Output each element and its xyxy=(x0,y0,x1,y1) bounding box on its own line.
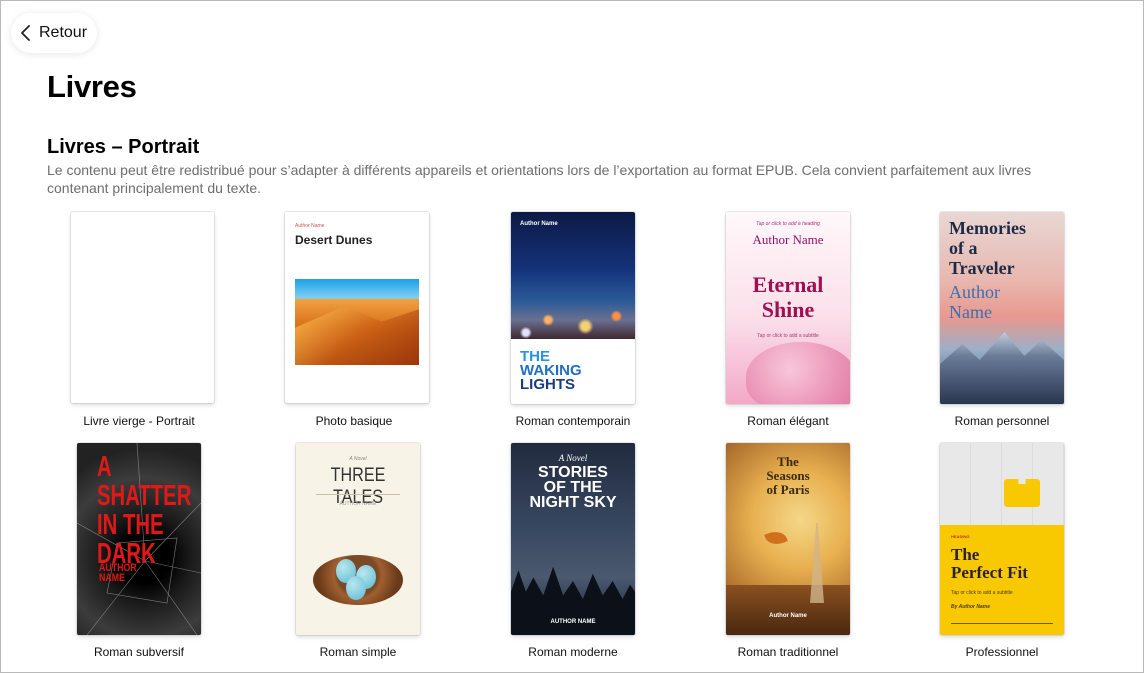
cover-title-line: NIGHT SKY xyxy=(529,494,617,511)
cover-title-line: of a xyxy=(949,238,978,258)
cover-title-line: Shine xyxy=(761,297,815,322)
page-title: Livres xyxy=(47,69,137,104)
section-description: Le contenu peut être redistribué pour s’… xyxy=(47,162,1032,196)
cover-photo xyxy=(940,443,1064,525)
template-thumbnail: Author Name THE WAKING LIGHTS xyxy=(511,212,635,404)
cover-author: Author Name xyxy=(520,221,558,227)
cover-title-line: Seasons xyxy=(766,468,810,483)
back-button[interactable]: Retour xyxy=(11,13,98,53)
template-thumbnail: Memories of a Traveler Author Name xyxy=(940,212,1064,404)
cover-title: The Perfect Fit xyxy=(951,546,1028,582)
cover-title-line: STORIES xyxy=(538,464,608,481)
cover-subtitle: Tap or click to add a subtitle xyxy=(757,333,819,339)
template-blank-portrait[interactable]: Livre vierge - Portrait xyxy=(39,212,239,432)
template-subversive-novel[interactable]: A SHATTER IN THE DARK AUTHOR NAME Roman … xyxy=(39,443,239,663)
cover-title-line: Eternal xyxy=(752,272,824,297)
cover-author: By Author Name xyxy=(951,604,990,610)
cover-title-line: A xyxy=(97,451,112,483)
cover-title-line: OF THE xyxy=(543,479,603,496)
template-thumbnail: A Novel STORIES OF THE NIGHT SKY AUTHOR … xyxy=(511,443,635,635)
cover-rule xyxy=(316,494,400,495)
template-elegant-novel[interactable]: Tap or click to add a heading Author Nam… xyxy=(688,212,888,432)
cover-title-line: Perfect Fit xyxy=(951,563,1028,582)
template-traditional-novel[interactable]: The Seasons of Paris Author Name Roman t… xyxy=(688,443,888,663)
template-thumbnail: HEADING The Perfect Fit Tap or click to … xyxy=(940,443,1064,635)
template-thumbnail: The Seasons of Paris Author Name xyxy=(726,443,850,635)
template-label: Livre vierge - Portrait xyxy=(83,414,195,428)
cover-title-line: The xyxy=(777,454,799,469)
cover-author: Author Name xyxy=(752,232,824,247)
cover-title-line: SHATTER xyxy=(97,480,192,512)
cover-photo xyxy=(295,279,419,365)
template-label: Roman moderne xyxy=(528,645,618,659)
template-row: Livre vierge - Portrait Author Name Dese… xyxy=(39,212,1119,432)
template-thumbnail: Author Name Desert Dunes xyxy=(285,212,429,403)
cover-author: Author Name xyxy=(769,613,807,619)
cover-author-line: Author xyxy=(949,282,1000,302)
cover-title: Desert Dunes xyxy=(295,233,373,247)
cover-title-line: LIGHTS xyxy=(520,376,575,393)
template-photo-basic[interactable]: Author Name Desert Dunes Photo basique xyxy=(254,212,454,432)
cover-photo xyxy=(511,212,635,339)
back-label: Retour xyxy=(39,24,88,41)
template-label: Roman traditionnel xyxy=(737,645,839,659)
template-personal-novel[interactable]: Memories of a Traveler Author Name Roman… xyxy=(902,212,1102,432)
template-label: Roman subversif xyxy=(93,645,185,659)
cover-author: AUTHOR NAME xyxy=(339,501,377,507)
leaf-graphic xyxy=(764,528,788,548)
cover-kicker: A Novel xyxy=(558,453,588,463)
cover-rule xyxy=(951,623,1053,624)
cover-photo xyxy=(746,342,850,404)
cover-author: AUTHOR NAME xyxy=(550,619,596,625)
cover-kicker: A Novel xyxy=(349,456,367,462)
template-thumbnail: A SHATTER IN THE DARK AUTHOR NAME xyxy=(77,443,201,635)
template-thumbnail: Tap or click to add a heading Author Nam… xyxy=(726,212,850,404)
cover-title-line: The xyxy=(951,545,980,564)
cover-heading: Tap or click to add a heading xyxy=(756,221,820,227)
template-label: Roman contemporain xyxy=(515,414,631,428)
cover-title-line: IN THE xyxy=(97,509,164,541)
egg-graphic xyxy=(346,576,366,600)
cover-title: Memories of a Traveler xyxy=(949,218,1026,278)
cover-subtitle: Tap or click to add a subtitle xyxy=(951,590,1013,596)
chevron-left-icon xyxy=(21,25,30,41)
cover-author: Author Name xyxy=(295,223,325,229)
eiffel-tower-graphic xyxy=(810,523,824,603)
template-label: Roman personnel xyxy=(954,414,1050,428)
template-label: Professionnel xyxy=(965,645,1039,659)
template-label: Roman simple xyxy=(319,645,397,659)
cover-title: STORIES OF THE NIGHT SKY xyxy=(511,464,635,511)
cover-title: THE WAKING LIGHTS xyxy=(520,349,582,393)
template-thumbnail xyxy=(71,212,214,403)
template-label: Roman élégant xyxy=(747,414,829,428)
cover-title-line: Traveler xyxy=(949,258,1015,278)
template-professional[interactable]: HEADING The Perfect Fit Tap or click to … xyxy=(902,443,1102,663)
cover-title: Eternal Shine xyxy=(726,272,850,322)
cover-photo xyxy=(940,332,1064,404)
cover-author: Author Name xyxy=(949,282,1000,322)
cover-title: A SHATTER IN THE DARK xyxy=(97,453,191,569)
template-simple-novel[interactable]: A Novel THREE TALES AUTHOR NAME Roman si… xyxy=(258,443,458,663)
cover-author: AUTHOR NAME xyxy=(99,563,137,584)
cover-title: The Seasons of Paris xyxy=(726,455,850,497)
cover-author-line: NAME xyxy=(99,572,125,584)
cover-kicker: HEADING xyxy=(951,534,970,539)
cover-title-line: of Paris xyxy=(766,482,810,497)
cover-title-line: Memories xyxy=(949,218,1026,238)
template-row: A SHATTER IN THE DARK AUTHOR NAME Roman … xyxy=(39,443,1119,663)
template-thumbnail: A Novel THREE TALES AUTHOR NAME xyxy=(296,443,420,635)
section-title: Livres – Portrait xyxy=(47,136,200,158)
template-modern-novel[interactable]: A Novel STORIES OF THE NIGHT SKY AUTHOR … xyxy=(473,443,673,663)
cover-author-line: Name xyxy=(949,302,992,322)
template-contemporary-novel[interactable]: Author Name THE WAKING LIGHTS Roman cont… xyxy=(473,212,673,432)
template-label: Photo basique xyxy=(315,414,393,428)
cover-photo xyxy=(726,585,850,635)
